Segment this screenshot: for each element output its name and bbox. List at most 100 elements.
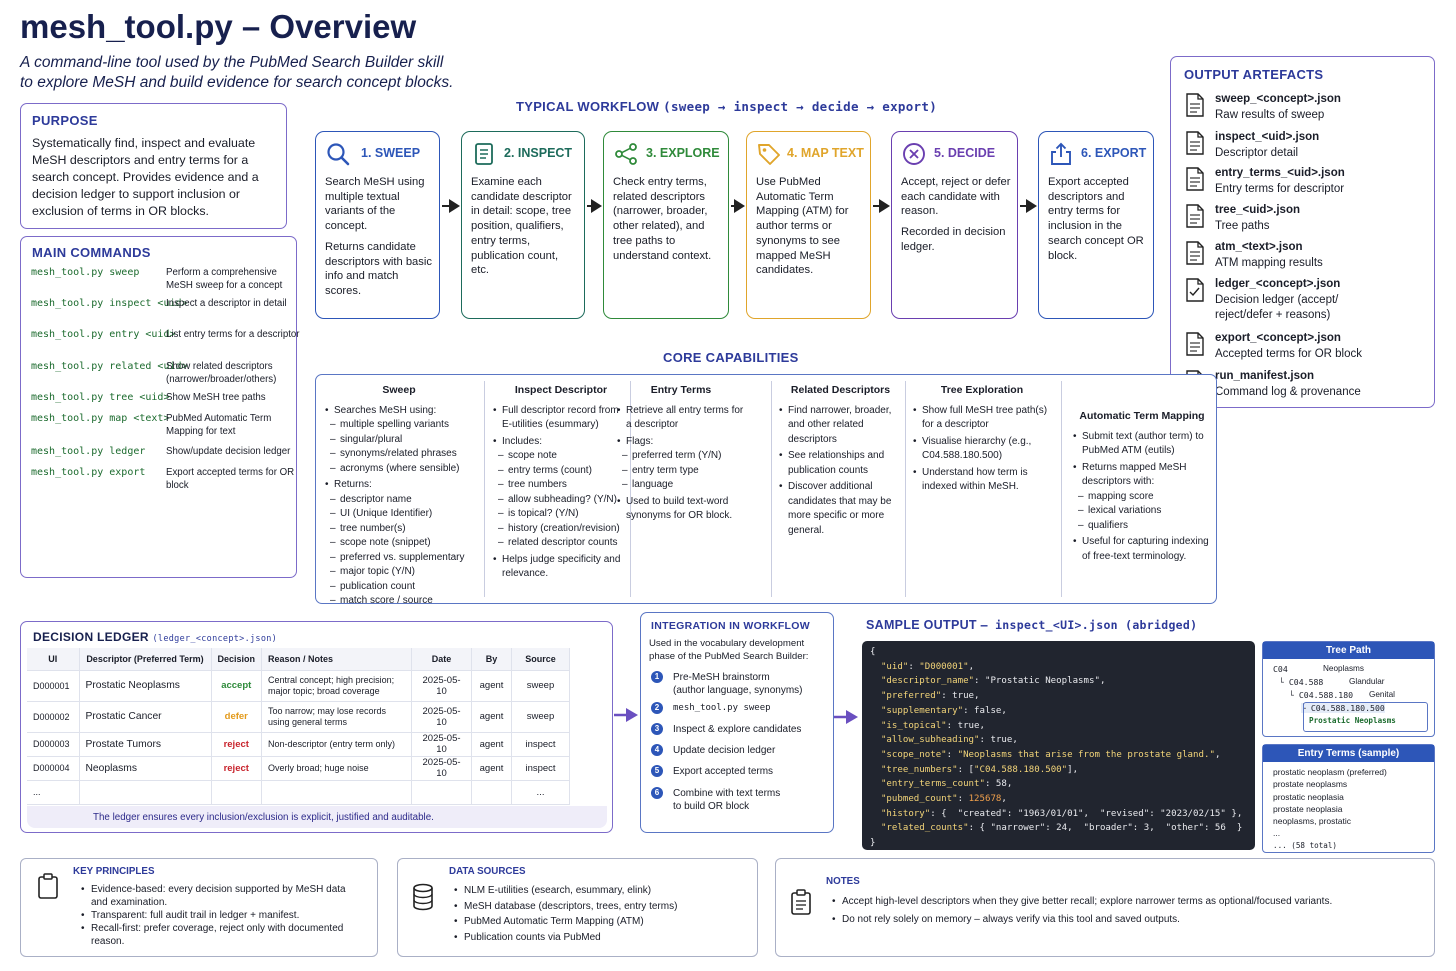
integration-step-text: Combine with text terms to build OR block — [673, 787, 780, 813]
artefact-item: tree_<uid>.json Tree paths — [1185, 204, 1425, 238]
capability-item: preferred vs. supplementary — [324, 551, 474, 566]
capability-list: Retrieve all entry terms for a descripto… — [616, 404, 746, 524]
ledger-column-header: Source — [511, 648, 571, 671]
capability-item: Submit text (author term) to PubMed ATM … — [1072, 430, 1212, 459]
ledger-cell-reason: Non-descriptor (entry term only) — [261, 732, 413, 757]
capability-list: Searches MeSH using:multiple spelling va… — [324, 404, 474, 609]
ledger-cell-source: sweep — [511, 701, 571, 733]
integration-step-text: Update decision ledger — [673, 744, 775, 757]
capability-item: Searches MeSH using: — [324, 404, 474, 419]
capability-item: preferred term (Y/N) — [616, 449, 746, 464]
step-label: 5. DECIDE — [934, 146, 996, 160]
ledger-cell-name: Prostatic Cancer — [79, 701, 212, 733]
ledger-cell-ui: D000003 — [27, 732, 80, 757]
integration-step-text: Pre-MeSH brainstorm (author language, syn… — [673, 671, 803, 697]
command-row: mesh_tool.py sweep Perform a comprehensiv… — [31, 267, 291, 297]
step-body: Accept, reject or defer each candidate w… — [901, 175, 1012, 255]
step-description: Check entry terms, related descriptors (… — [613, 176, 712, 262]
command-code: mesh_tool.py tree <uid> — [31, 392, 170, 403]
capability-item: tree number(s) — [324, 522, 474, 537]
command-row: mesh_tool.py inspect <uid> Inspect a desc… — [31, 298, 291, 328]
workflow-step: 6. EXPORT Export accepted descriptors and… — [1038, 131, 1154, 319]
workflow-arrow-icon — [591, 199, 602, 213]
entry-term: ... (58 total) — [1273, 840, 1338, 850]
notes-panel: NOTES Accept high-level descriptors when… — [775, 858, 1435, 957]
purpose-panel: PURPOSE Systematically find, inspect and… — [20, 103, 287, 229]
capability-title: Tree Exploration — [940, 384, 1024, 396]
workflow-arrow-icon — [1026, 199, 1037, 213]
main-commands-panel: MAIN COMMANDS mesh_tool.py sweep Perform … — [20, 236, 300, 578]
step-description: Export accepted descriptors and entry te… — [1048, 176, 1144, 262]
tree-row: └ C04.588.180.500 Prostatic Neoplasms — [1301, 703, 1451, 725]
capabilities-heading: CORE CAPABILITIES — [663, 350, 799, 365]
capabilities-panel: Sweep Searches MeSH using:multiple spelli… — [315, 374, 1217, 608]
command-description: Show/update decision ledger — [166, 446, 291, 457]
step-number-badge: 5 — [651, 765, 663, 777]
page-subtitle: A command-line tool used by the PubMed S… — [20, 54, 454, 91]
command-row: mesh_tool.py entry <uid> List entry terms… — [31, 329, 300, 359]
tree-label: Glandular — [1349, 677, 1385, 686]
step-body: Use PubMed Automatic Term Mapping (ATM) … — [756, 175, 865, 278]
command-description: Inspect a descriptor in detail — [166, 298, 287, 309]
command-row: mesh_tool.py map <text> PubMed Automatic … — [31, 413, 291, 443]
integration-step: 1 Pre-MeSH brainstorm (author language, sy… — [651, 671, 829, 697]
ledger-column-header: Reason / Notes — [261, 648, 413, 671]
capability-column: Related Descriptors Find narrower, broade… — [778, 383, 903, 538]
capability-item: Helps judge specificity and relevance. — [492, 553, 630, 582]
command-description: Export accepted terms for OR block — [166, 467, 295, 491]
ledger-cell-source: inspect — [511, 732, 571, 757]
x-circle-icon — [901, 141, 927, 167]
integration-step-label: Inspect & explore candidates — [673, 724, 802, 735]
column-divider — [905, 381, 906, 597]
capability-column: Inspect Descriptor Full descriptor record… — [492, 383, 630, 582]
purpose-text: Systematically find, inspect and evaluat… — [32, 136, 259, 218]
workflow-step: 3. EXPLORE Check entry terms, related des… — [603, 131, 729, 319]
list-item: NLM E-utilities (esearch, esummary, elin… — [452, 883, 752, 899]
ledger-cell-decision: accept — [211, 670, 263, 702]
sample-heading: SAMPLE OUTPUT – inspect_<UI>.json (abrid… — [866, 618, 1198, 632]
capability-item: is topical? (Y/N) — [492, 507, 630, 522]
command-code: mesh_tool.py export — [31, 467, 146, 478]
capability-item: qualifiers — [1072, 519, 1212, 534]
ledger-table: UI Descriptor (Preferred Term) Decision Rea… — [27, 648, 571, 805]
ledger-cell-by: agent — [471, 670, 513, 702]
ledger-column-header: Descriptor (Preferred Term) — [79, 648, 212, 671]
integration-step-text: Export accepted terms — [673, 765, 773, 778]
capability-list: Full descriptor record from E-utilities … — [492, 404, 630, 582]
entry-term: prostate neoplasms — [1273, 779, 1348, 790]
artefact-description: Decision ledger (accept/ reject/defer + … — [1215, 294, 1339, 321]
artefact-description: Command log & provenance — [1215, 386, 1361, 398]
ledger-cell-by — [471, 780, 513, 805]
ledger-cell-source: sweep — [511, 670, 571, 702]
tree-row: └ C04.588 Glandular — [1279, 677, 1429, 690]
workflow-arrow-icon — [734, 199, 745, 213]
entry-terms-heading: Entry Terms (sample) — [1263, 745, 1434, 762]
entry-term: neoplasms, prostatic — [1273, 816, 1351, 827]
tree-label: Prostatic Neoplasms — [1309, 716, 1396, 725]
step-number-badge: 4 — [651, 744, 663, 756]
notes-heading: NOTES — [826, 876, 860, 887]
list-item: Recall-first: prefer coverage, reject on… — [79, 922, 364, 948]
artefact-filename: sweep_<concept>.json — [1215, 93, 1341, 105]
capability-column: Entry Terms Retrieve all entry terms for … — [616, 383, 746, 524]
artefact-description: Raw results of sweep — [1215, 109, 1325, 121]
ledger-column-header: UI — [27, 648, 80, 671]
file-icon — [1185, 204, 1205, 233]
checklist-file-icon — [1185, 278, 1205, 307]
ledger-column-header: By — [471, 648, 513, 671]
capability-item: allow subheading? (Y/N) — [492, 493, 630, 508]
command-row: mesh_tool.py related <uid> Show related d… — [31, 361, 291, 391]
artefact-filename: inspect_<uid>.json — [1215, 131, 1320, 143]
tree-code: └ C04.588 — [1279, 677, 1324, 687]
tree-code: C04 — [1273, 664, 1288, 674]
file-icon — [1185, 241, 1205, 270]
capability-item: Discover additional candidates that may … — [778, 480, 903, 538]
capability-item: language — [616, 478, 746, 493]
ledger-row: ...... — [27, 780, 571, 805]
capability-item: tree numbers — [492, 478, 630, 493]
share-nodes-icon — [613, 141, 639, 167]
arrow-ledger-to-integration — [614, 708, 638, 722]
capability-item: Show full MeSH tree path(s) for a descri… — [912, 404, 1052, 433]
ledger-row: D000003 Prostate Tumors reject Non-descript… — [27, 732, 571, 757]
step-number-badge: 3 — [651, 723, 663, 735]
